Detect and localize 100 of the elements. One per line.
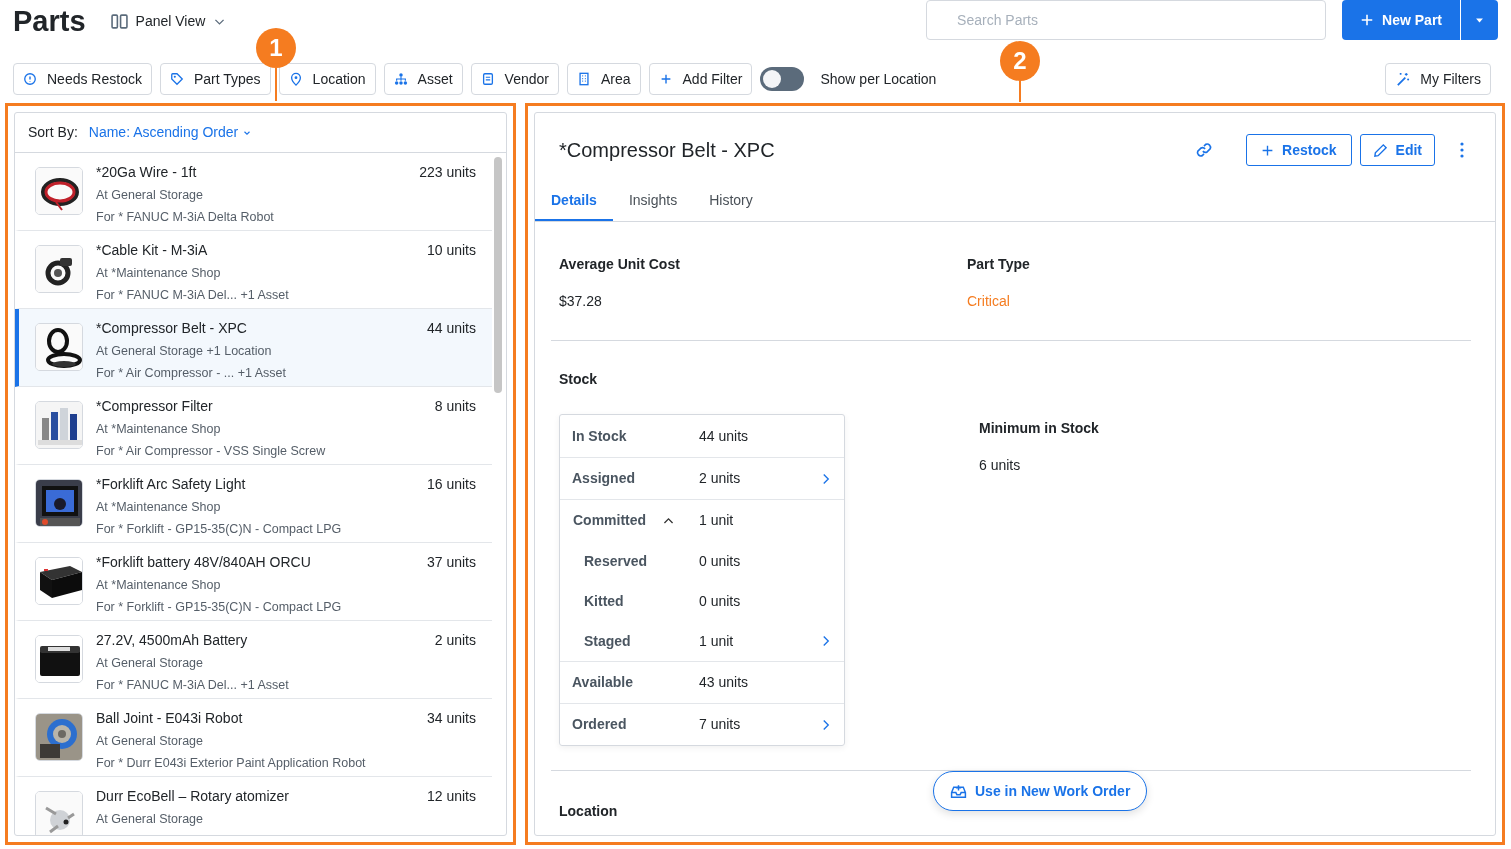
field-label: Part Type [967, 255, 1031, 274]
dropdown-button[interactable] [1460, 0, 1498, 40]
part-list-item[interactable]: *20Ga Wire - 1ft 223 units At General Storage For * FANUC M-3iA Delta Robot [15, 153, 492, 231]
scrollbar[interactable] [494, 157, 502, 393]
panel-icon [110, 12, 128, 30]
hierarchy-icon [393, 72, 408, 86]
stock-label: Available [572, 673, 633, 692]
part-name: 27.2V, 4500mAh Battery [96, 631, 248, 650]
restock-button[interactable]: Restock [1246, 134, 1352, 166]
stock-label: In Stock [572, 426, 627, 446]
part-list-item[interactable]: *Compressor Belt - XPC 44 units At General Storage +1 Location For * Air Compressor - ... +1 Asset [15, 309, 492, 387]
filter-button[interactable]: Add Filter [648, 63, 753, 95]
expand-toggle[interactable]: Committed [572, 509, 677, 532]
tag-icon [169, 72, 184, 86]
quantity-text: 223 units [419, 163, 476, 182]
part-list-item[interactable]: *Compressor Filter 8 units At *Maintenance Shop For * Air Compressor - VSS Single Screw [15, 387, 492, 465]
location-text: At *Maintenance Shop [96, 499, 222, 516]
plus-icon [1261, 143, 1275, 157]
filter-button[interactable]: Asset [383, 63, 463, 95]
stock-label: Ordered [572, 715, 627, 734]
stock-value: 43 units [699, 673, 750, 692]
part-name: *Compressor Filter [96, 397, 213, 416]
more-icon [1460, 142, 1464, 158]
tab[interactable]: Details [535, 182, 613, 221]
part-name: *20Ga Wire - 1ft [96, 163, 197, 182]
field-value: Critical [967, 292, 1011, 311]
part-list-item[interactable]: *Forklift Arc Safety Light 16 units At *Maintenance Shop For * Forklift - GP15-35(C)N - Compact LPG [15, 465, 492, 543]
part-name: *Forklift battery 48V/840AH ORCU [96, 553, 311, 572]
work-order-button[interactable]: Use in New Work Order [933, 771, 1148, 811]
field-label: Average Unit Cost [559, 255, 681, 274]
magic-wand-icon [1395, 71, 1411, 87]
toggle-label: Show per Location [820, 69, 937, 89]
stock-value: 7 units [699, 715, 742, 734]
asset-text: For * Air Compressor - VSS Single Screw [96, 442, 327, 460]
page-title: Parts [13, 4, 86, 39]
stock-value: 0 units [699, 591, 742, 611]
stock-label: Reserved [584, 551, 648, 571]
more-button[interactable] [1459, 141, 1465, 159]
part-list-item[interactable]: Ball Joint - E043i Robot 34 units At General Storage For * Durr E043i Exterior Paint Application Robot [15, 699, 492, 777]
quantity-text: 8 units [434, 397, 476, 416]
sort-label: Sort By: [28, 123, 78, 142]
view-switcher[interactable]: Panel View [109, 9, 228, 33]
building-icon [576, 72, 591, 86]
filter-button[interactable]: Needs Restock [13, 63, 152, 95]
part-list-item[interactable]: Durr EcoBell – Rotary atomizer 12 units At General Storage [15, 777, 492, 835]
filter-button[interactable]: Location [278, 63, 376, 95]
location-text: At General Storage [96, 187, 204, 204]
plus-icon [1360, 13, 1375, 27]
stock-label: Assigned [572, 469, 635, 488]
part-name: *Compressor Belt - XPC [96, 319, 247, 338]
quantity-text: 34 units [426, 709, 476, 728]
edit-button[interactable]: Edit [1359, 134, 1435, 166]
link-icon [1195, 141, 1214, 159]
filter-button[interactable]: Area [566, 63, 641, 95]
part-name: *Cable Kit - M-3iA [96, 241, 208, 260]
quantity-text: 16 units [426, 475, 476, 494]
stock-value: 0 units [699, 551, 742, 571]
part-list-item[interactable]: *Forklift battery 48V/840AH ORCU 37 units At *Maintenance Shop For * Forklift - GP15-35(C)N - Compact LPG [15, 543, 492, 621]
location-text: At *Maintenance Shop [96, 421, 222, 438]
section-title: Stock [559, 370, 599, 389]
part-name: *Forklift Arc Safety Light [96, 475, 246, 494]
tab[interactable]: Insights [612, 182, 694, 221]
search-field[interactable]: Search Parts [926, 0, 1327, 40]
stock-value: 1 unit [699, 631, 735, 651]
location-pin-icon [288, 72, 303, 86]
inbox-plus-icon [950, 782, 967, 800]
document-icon [480, 72, 495, 86]
stock-value: 2 units [699, 469, 742, 488]
asset-text: For * FANUC M-3iA Del... +1 Asset [96, 676, 290, 694]
my-filters-button[interactable]: My Filters [1385, 63, 1491, 95]
section-title: Location [559, 802, 619, 821]
asset-text: For * FANUC M-3iA Del... +1 Asset [96, 286, 290, 304]
stock-label: Staged [584, 631, 631, 651]
stock-value: 44 units [699, 426, 750, 446]
callout-number: 2 [1000, 41, 1040, 81]
field-value: $37.28 [559, 292, 603, 311]
detail-title: *Compressor Belt - XPC [559, 138, 775, 163]
filter-button[interactable]: Vendor [470, 63, 559, 95]
asset-text: For * FANUC M-3iA Delta Robot [96, 208, 275, 226]
alert-bubble-icon [23, 72, 37, 86]
asset-text: For * Forklift - GP15-35(C)N - Compact LPG [96, 598, 343, 616]
stock-label: Kitted [584, 591, 624, 611]
field-value: 6 units [979, 456, 1022, 475]
quantity-text: 44 units [426, 319, 476, 338]
sort-dropdown[interactable]: Name: Ascending Order [87, 121, 254, 144]
toggle-switch[interactable] [760, 67, 805, 91]
tab[interactable]: History [693, 182, 769, 221]
location-text: At General Storage [96, 733, 204, 750]
field-label: Minimum in Stock [979, 419, 1099, 438]
filter-button[interactable]: Part Types [159, 63, 271, 95]
part-list-item[interactable]: 27.2V, 4500mAh Battery 2 units At General Storage For * FANUC M-3iA Del... +1 Asset [15, 621, 492, 699]
pencil-icon [1372, 142, 1388, 158]
asset-text: For * Air Compressor - ... +1 Asset [96, 364, 287, 382]
quantity-text: 2 units [434, 631, 476, 650]
location-text: At General Storage +1 Location [96, 343, 273, 360]
quantity-text: 37 units [426, 553, 476, 572]
asset-text: For * Durr E043i Exterior Paint Application Robot [96, 754, 367, 772]
location-text: At General Storage [96, 655, 204, 672]
stock-value: 1 unit [699, 511, 735, 530]
new-part-button[interactable]: New Part [1342, 0, 1460, 40]
